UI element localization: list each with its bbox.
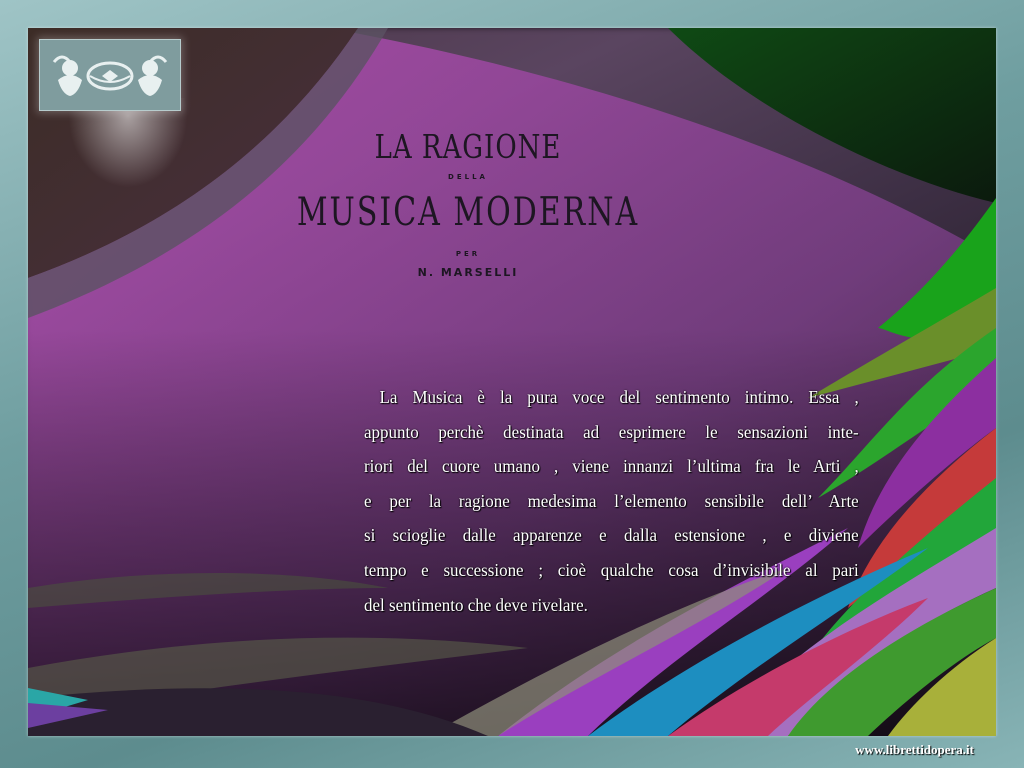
title-della: DELLA: [448, 173, 488, 181]
paragraph-line: riori del cuore umano , viene innanzi l’…: [364, 456, 859, 477]
intro-paragraph: La Musica è la pura voce del sentimento …: [364, 380, 859, 622]
content-panel: LA RAGIONE DELLA MUSICA MODERNA PER N. M…: [28, 28, 996, 736]
book-title: LA RAGIONE DELLA MUSICA MODERNA PER N. M…: [288, 129, 648, 279]
paragraph-line: tempo e successione ; cioè qualche cosa …: [364, 559, 859, 580]
paragraph-line: La Musica è la pura voce del sentimento …: [379, 387, 859, 407]
title-author: N. MARSELLI: [417, 266, 519, 279]
paragraph-line: e per la ragione medesima l’elemento sen…: [364, 490, 859, 511]
paragraph-line: si scioglie dalle apparenze e dalla este…: [364, 525, 859, 546]
emblem-glow: [68, 98, 188, 188]
title-subject: MUSICA MODERNA: [296, 189, 640, 236]
site-url-link[interactable]: www.librettidopera.it: [855, 742, 974, 758]
cherubs-wreath-emblem-icon: [39, 39, 181, 111]
paragraph-line: appunto perchè destinata ad esprimere le…: [364, 421, 859, 442]
title-main: LA RAGIONE: [374, 129, 562, 167]
paragraph-line: del sentimento che deve rivelare.: [364, 594, 588, 615]
title-per: PER: [455, 250, 481, 258]
